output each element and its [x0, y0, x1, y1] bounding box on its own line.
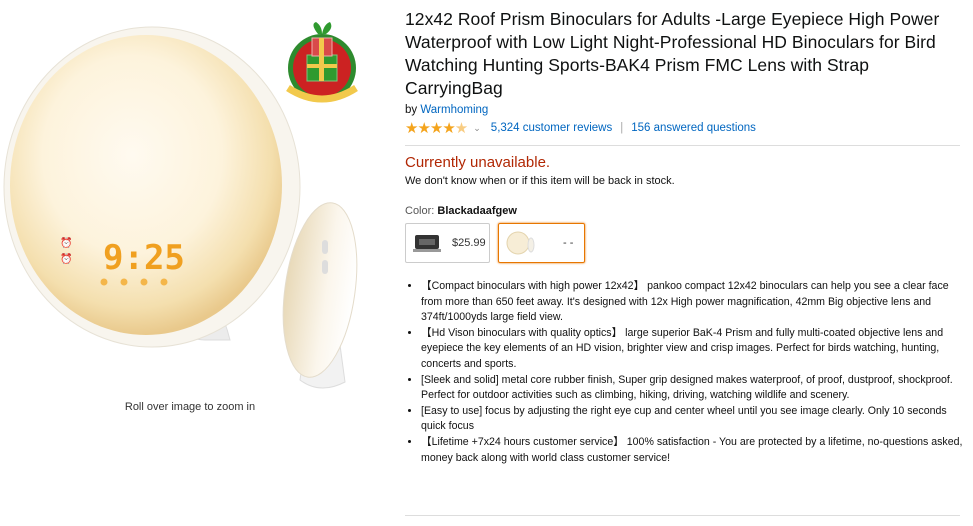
- feature-bullets: 【Compact binoculars with high power 12x4…: [405, 279, 965, 466]
- svg-text:⏰: ⏰: [60, 252, 72, 265]
- swatch-price-1: $25.99: [452, 237, 486, 249]
- chevron-down-icon[interactable]: ⌄: [473, 123, 481, 134]
- availability-note: We don't know when or if this item will …: [405, 175, 675, 187]
- product-main-image[interactable]: 9:25 ⏰ ⏰: [0, 0, 395, 400]
- svg-text:⏰: ⏰: [60, 236, 72, 249]
- feature-bullet: [Easy to use] focus by adjusting the rig…: [421, 404, 965, 435]
- color-swatches: $25.99 - -: [405, 223, 965, 263]
- upgrade-badge: [286, 22, 358, 103]
- by-label: by: [405, 104, 418, 116]
- product-info: 12x42 Roof Prism Binoculars for Adults -…: [405, 8, 965, 466]
- swatch-thumbnail-2: [503, 229, 539, 257]
- bottom-divider: [405, 515, 960, 516]
- swatch-option-2[interactable]: - -: [498, 223, 585, 263]
- byline: by Warmhoming: [405, 104, 965, 116]
- feature-bullet: 【Lifetime +7x24 hours customer service】 …: [421, 435, 965, 466]
- product-title: 12x42 Roof Prism Binoculars for Adults -…: [405, 9, 940, 98]
- feature-bullet: [Sleek and solid] metal core rubber fini…: [421, 373, 965, 404]
- feature-bullet: 【Hd Vison binoculars with quality optics…: [421, 326, 965, 373]
- zoom-hint: Roll over image to zoom in: [124, 401, 256, 413]
- feature-bullet: 【Compact binoculars with high power 12x4…: [421, 279, 965, 326]
- color-selector-label: Color: Blackadaafgew: [405, 205, 965, 217]
- answered-questions-link[interactable]: 156 answered questions: [631, 122, 756, 134]
- color-label: Color:: [405, 205, 435, 217]
- customer-reviews-link[interactable]: 5,324 customer reviews: [491, 122, 612, 134]
- availability-status: Currently unavailable.: [405, 154, 551, 171]
- ratings-row: ★★★★★ ⌄ 5,324 customer reviews | 156 ans…: [405, 119, 965, 137]
- divider: [405, 145, 960, 146]
- swatch-thumbnail-1: [410, 229, 446, 257]
- swatch-option-1[interactable]: $25.99: [405, 223, 490, 263]
- separator: |: [620, 122, 624, 134]
- product-image-gallery[interactable]: 9:25 ⏰ ⏰ Roll over image to zoom in: [0, 0, 395, 526]
- swatch-price-2: - -: [563, 237, 574, 249]
- svg-text:9:25: 9:25: [103, 238, 185, 278]
- color-value: Blackadaafgew: [437, 205, 517, 217]
- star-rating[interactable]: ★★★★★: [405, 119, 468, 137]
- brand-link[interactable]: Warmhoming: [420, 104, 488, 116]
